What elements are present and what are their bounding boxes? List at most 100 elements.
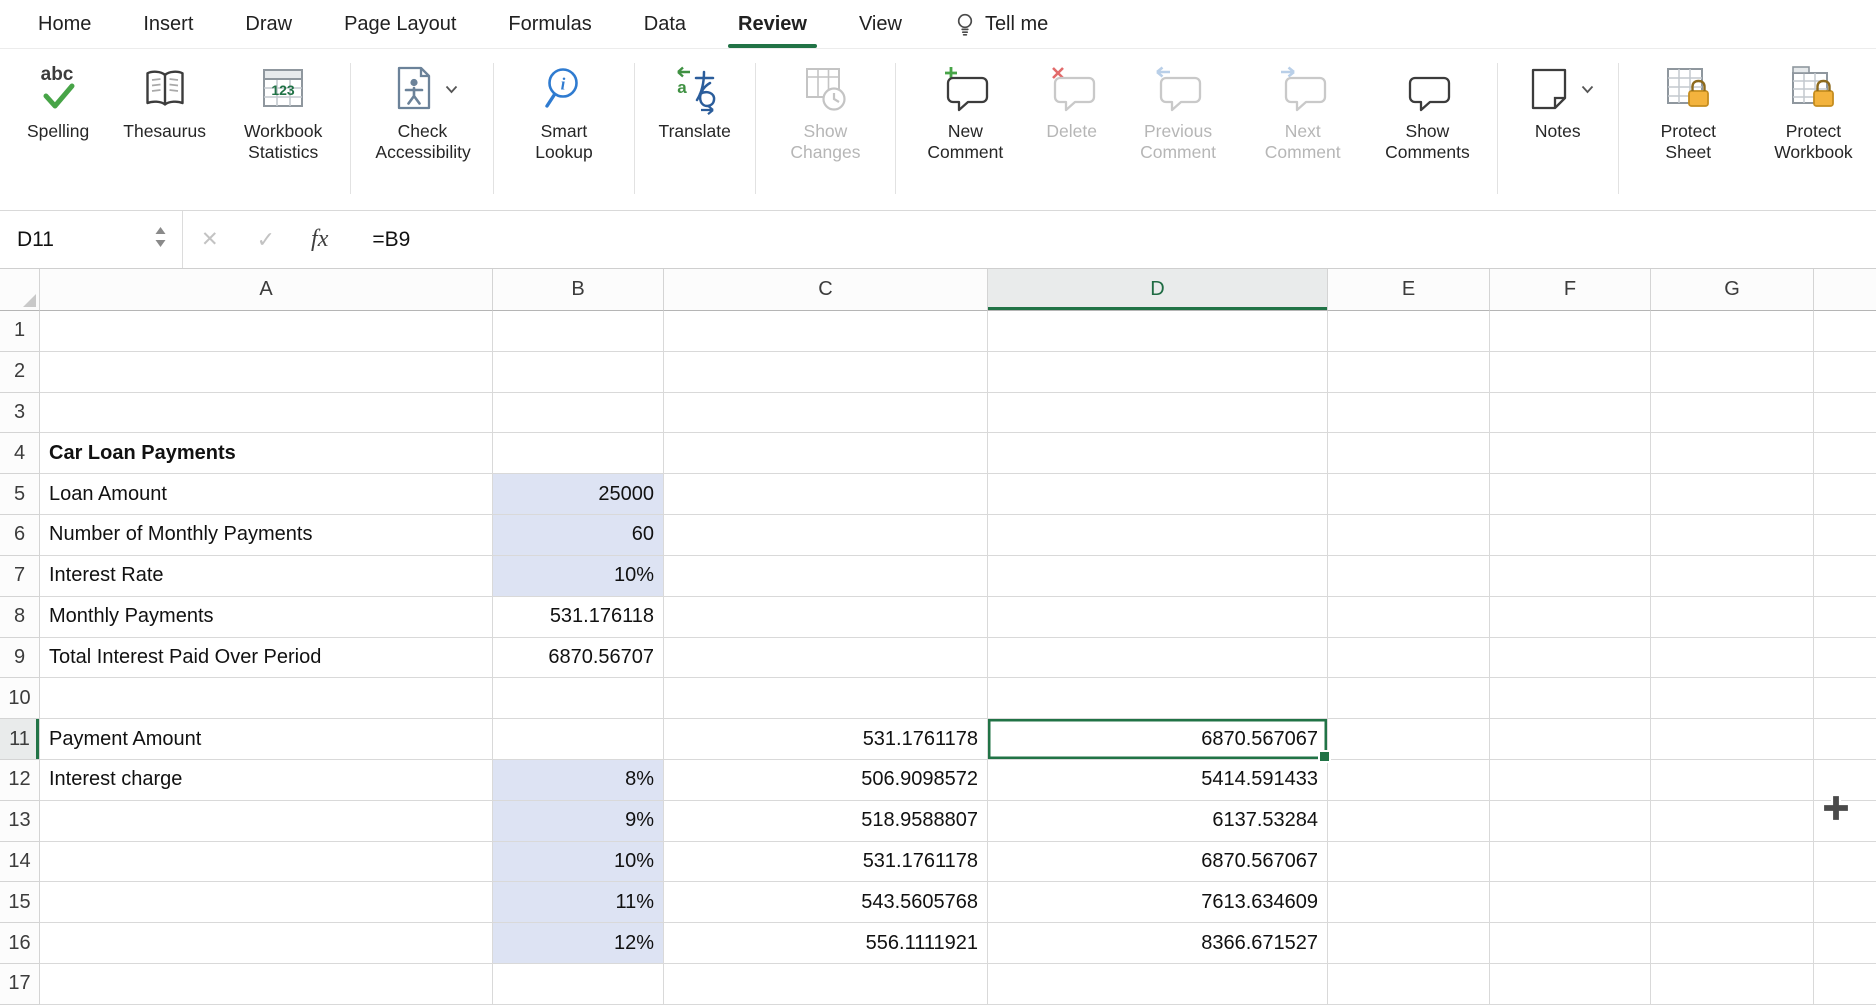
cell-e1[interactable] (1328, 311, 1490, 352)
row-header-9[interactable]: 9 (0, 638, 40, 679)
cell-a6[interactable]: Number of Monthly Payments (40, 515, 493, 556)
cell-f4[interactable] (1490, 433, 1651, 474)
cell-f7[interactable] (1490, 556, 1651, 597)
cell-b5[interactable]: 25000 (493, 474, 664, 515)
cell-f9[interactable] (1490, 638, 1651, 679)
cell-d12[interactable]: 5414.591433 (988, 760, 1328, 801)
cell-e12[interactable] (1328, 760, 1490, 801)
formula-input[interactable]: =B9 (372, 228, 410, 252)
cell-e13[interactable] (1328, 801, 1490, 842)
cell-d8[interactable] (988, 597, 1328, 638)
cell-c10[interactable] (664, 678, 988, 719)
cell-g13[interactable] (1651, 801, 1814, 842)
cell-f2[interactable] (1490, 352, 1651, 393)
cell-b11[interactable] (493, 719, 664, 760)
cell-g16[interactable] (1651, 923, 1814, 964)
cell-g4[interactable] (1651, 433, 1814, 474)
column-header-b[interactable]: B (493, 269, 664, 311)
cell-d11[interactable]: 6870.567067 (988, 719, 1328, 760)
cell-a1[interactable] (40, 311, 493, 352)
cell-c7[interactable] (664, 556, 988, 597)
cell-e8[interactable] (1328, 597, 1490, 638)
cell-f11[interactable] (1490, 719, 1651, 760)
cell-b16[interactable]: 12% (493, 923, 664, 964)
cell-c8[interactable] (664, 597, 988, 638)
cell-e7[interactable] (1328, 556, 1490, 597)
cell-a2[interactable] (40, 352, 493, 393)
row-header-8[interactable]: 8 (0, 597, 40, 638)
cell-a8[interactable]: Monthly Payments (40, 597, 493, 638)
row-header-15[interactable]: 15 (0, 882, 40, 923)
cell-d14[interactable]: 6870.567067 (988, 842, 1328, 883)
chevron-down-icon[interactable] (445, 85, 458, 94)
row-header-14[interactable]: 14 (0, 842, 40, 883)
tab-formulas[interactable]: Formulas (482, 0, 617, 48)
cell-a11[interactable]: Payment Amount (40, 719, 493, 760)
cell-b2[interactable] (493, 352, 664, 393)
cell-a12[interactable]: Interest charge (40, 760, 493, 801)
cell-b15[interactable]: 11% (493, 882, 664, 923)
cell-d2[interactable] (988, 352, 1328, 393)
show-comments-button[interactable]: Show Comments (1365, 53, 1490, 163)
cell-a3[interactable] (40, 393, 493, 434)
cell-d5[interactable] (988, 474, 1328, 515)
cell-g8[interactable] (1651, 597, 1814, 638)
cell-a14[interactable] (40, 842, 493, 883)
tab-data[interactable]: Data (618, 0, 712, 48)
cell-d17[interactable] (988, 964, 1328, 1005)
cell-f10[interactable] (1490, 678, 1651, 719)
row-header-3[interactable]: 3 (0, 393, 40, 434)
cell-a5[interactable]: Loan Amount (40, 474, 493, 515)
cell-c15[interactable]: 543.5605768 (664, 882, 988, 923)
cell-d13[interactable]: 6137.53284 (988, 801, 1328, 842)
cell-c3[interactable] (664, 393, 988, 434)
name-box[interactable]: D11 (0, 211, 182, 268)
column-header-a[interactable]: A (40, 269, 493, 311)
row-header-12[interactable]: 12 (0, 760, 40, 801)
cell-g14[interactable] (1651, 842, 1814, 883)
column-header-d[interactable]: D (988, 269, 1328, 311)
cell-e17[interactable] (1328, 964, 1490, 1005)
cell-b12[interactable]: 8% (493, 760, 664, 801)
tab-page-layout[interactable]: Page Layout (318, 0, 482, 48)
chevron-down-icon[interactable] (1581, 85, 1594, 94)
cell-c14[interactable]: 531.1761178 (664, 842, 988, 883)
column-header-e[interactable]: E (1328, 269, 1490, 311)
row-header-17[interactable]: 17 (0, 964, 40, 1005)
cell-a9[interactable]: Total Interest Paid Over Period (40, 638, 493, 679)
cancel-icon[interactable]: ✕ (201, 227, 219, 252)
row-header-16[interactable]: 16 (0, 923, 40, 964)
cell-f15[interactable] (1490, 882, 1651, 923)
cell-c16[interactable]: 556.1111921 (664, 923, 988, 964)
cell-f17[interactable] (1490, 964, 1651, 1005)
cell-b1[interactable] (493, 311, 664, 352)
cell-a7[interactable]: Interest Rate (40, 556, 493, 597)
row-header-2[interactable]: 2 (0, 352, 40, 393)
row-header-13[interactable]: 13 (0, 801, 40, 842)
spelling-button[interactable]: abcSpelling (10, 53, 106, 163)
cell-c4[interactable] (664, 433, 988, 474)
cell-g2[interactable] (1651, 352, 1814, 393)
cell-c1[interactable] (664, 311, 988, 352)
cell-c13[interactable]: 518.9588807 (664, 801, 988, 842)
column-header-g[interactable]: G (1651, 269, 1814, 311)
row-header-4[interactable]: 4 (0, 433, 40, 474)
cell-b10[interactable] (493, 678, 664, 719)
row-header-5[interactable]: 5 (0, 474, 40, 515)
cell-e5[interactable] (1328, 474, 1490, 515)
cell-g11[interactable] (1651, 719, 1814, 760)
cell-d16[interactable]: 8366.671527 (988, 923, 1328, 964)
cell-d3[interactable] (988, 393, 1328, 434)
cell-e9[interactable] (1328, 638, 1490, 679)
cell-e14[interactable] (1328, 842, 1490, 883)
cell-e10[interactable] (1328, 678, 1490, 719)
smart-lookup-button[interactable]: iSmart Lookup (501, 53, 626, 163)
cell-f14[interactable] (1490, 842, 1651, 883)
tab-home[interactable]: Home (12, 0, 117, 48)
cell-c2[interactable] (664, 352, 988, 393)
thesaurus-button[interactable]: Thesaurus (106, 53, 223, 163)
cell-c5[interactable] (664, 474, 988, 515)
cell-f16[interactable] (1490, 923, 1651, 964)
name-box-stepper-icon[interactable] (153, 224, 168, 255)
cell-g7[interactable] (1651, 556, 1814, 597)
